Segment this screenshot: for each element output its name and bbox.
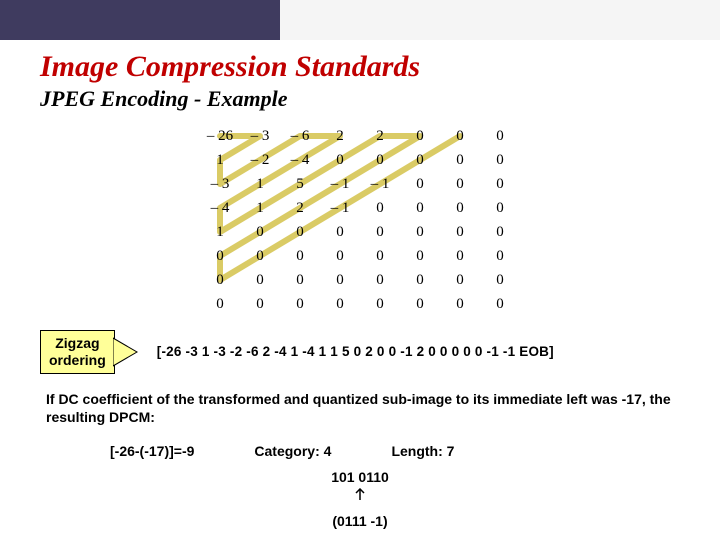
matrix-container: – 26– 3– 6220001– 2– 400000– 315– 1– 100… [200, 124, 520, 316]
dpcm-expression: [-26-(-17)]=-9 [110, 443, 194, 459]
matrix-cell: 1 [200, 148, 240, 172]
top-bar-light [280, 0, 720, 40]
matrix-cell: 1 [240, 172, 280, 196]
matrix-cell: 0 [480, 148, 520, 172]
up-arrow-icon [354, 488, 366, 500]
matrix-cell: 0 [440, 244, 480, 268]
bits-line-1: 101 0110 [260, 469, 460, 485]
matrix-cell: 0 [360, 244, 400, 268]
matrix-cell: 0 [320, 220, 360, 244]
matrix-cell: 1 [200, 220, 240, 244]
matrix-cell: 0 [200, 268, 240, 292]
matrix-cell: 0 [400, 244, 440, 268]
matrix-cell: 0 [400, 124, 440, 148]
matrix-cell: 2 [280, 196, 320, 220]
matrix-cell: 0 [480, 124, 520, 148]
matrix-cell: 0 [480, 172, 520, 196]
matrix-cell: 0 [360, 196, 400, 220]
slide-top-bar [0, 0, 720, 40]
matrix-cell: 0 [320, 268, 360, 292]
matrix-cell: 0 [200, 244, 240, 268]
matrix-cell: 0 [440, 196, 480, 220]
slide-title: Image Compression Standards [40, 50, 680, 84]
matrix-cell: 0 [240, 244, 280, 268]
matrix-cell: 0 [400, 196, 440, 220]
slide-subtitle: JPEG Encoding - Example [40, 86, 680, 112]
dct-matrix: – 26– 3– 6220001– 2– 400000– 315– 1– 100… [200, 124, 520, 316]
zigzag-label-box: Zigzag ordering [40, 330, 115, 374]
matrix-cell: 0 [240, 220, 280, 244]
matrix-cell: 0 [200, 292, 240, 316]
matrix-cell: – 1 [360, 172, 400, 196]
matrix-cell: 5 [280, 172, 320, 196]
matrix-cell: 0 [360, 268, 400, 292]
zigzag-label-line1: Zigzag [49, 335, 106, 352]
matrix-cell: – 1 [320, 172, 360, 196]
matrix-cell: 2 [360, 124, 400, 148]
zigzag-sequence: [-26 -3 1 -3 -2 -6 2 -4 1 -4 1 1 5 0 2 0… [157, 344, 554, 359]
zigzag-label-line2: ordering [49, 352, 106, 369]
matrix-cell: – 3 [200, 172, 240, 196]
zigzag-callout: Zigzag ordering [40, 330, 139, 374]
matrix-cell: 0 [320, 148, 360, 172]
matrix-cell: – 4 [200, 196, 240, 220]
matrix-cell: 0 [320, 244, 360, 268]
matrix-cell: – 26 [200, 124, 240, 148]
matrix-cell: 0 [440, 220, 480, 244]
matrix-cell: – 1 [320, 196, 360, 220]
matrix-cell: 0 [440, 124, 480, 148]
matrix-cell: 0 [480, 244, 520, 268]
dpcm-category: Category: 4 [254, 443, 331, 459]
matrix-cell: 0 [360, 148, 400, 172]
matrix-cell: 0 [360, 292, 400, 316]
matrix-cell: – 3 [240, 124, 280, 148]
matrix-cell: 0 [440, 268, 480, 292]
matrix-cell: 0 [400, 220, 440, 244]
matrix-cell: 0 [360, 220, 400, 244]
matrix-cell: – 2 [240, 148, 280, 172]
top-bar-dark [0, 0, 280, 40]
arrow-right-icon [113, 334, 139, 370]
dpcm-paragraph: If DC coefficient of the transformed and… [46, 390, 674, 428]
matrix-cell: 0 [280, 244, 320, 268]
matrix-cell: 1 [240, 196, 280, 220]
matrix-cell: – 6 [280, 124, 320, 148]
matrix-cell: – 4 [280, 148, 320, 172]
matrix-cell: 0 [440, 292, 480, 316]
matrix-cell: 0 [400, 268, 440, 292]
matrix-cell: 0 [280, 292, 320, 316]
dpcm-length: Length: 7 [391, 443, 454, 459]
matrix-cell: 0 [240, 292, 280, 316]
bits-line-2: (0111 -1) [260, 513, 460, 529]
matrix-cell: 0 [320, 292, 360, 316]
matrix-cell: 0 [240, 268, 280, 292]
matrix-cell: 0 [280, 268, 320, 292]
matrix-cell: 0 [400, 148, 440, 172]
matrix-cell: 0 [400, 292, 440, 316]
matrix-cell: 0 [440, 172, 480, 196]
matrix-cell: 0 [480, 292, 520, 316]
matrix-cell: 0 [480, 220, 520, 244]
matrix-cell: 0 [280, 220, 320, 244]
matrix-cell: 0 [480, 268, 520, 292]
bits-block: 101 0110 (0111 -1) [260, 469, 460, 529]
matrix-cell: 2 [320, 124, 360, 148]
matrix-cell: 0 [400, 172, 440, 196]
matrix-cell: 0 [480, 196, 520, 220]
matrix-cell: 0 [440, 148, 480, 172]
